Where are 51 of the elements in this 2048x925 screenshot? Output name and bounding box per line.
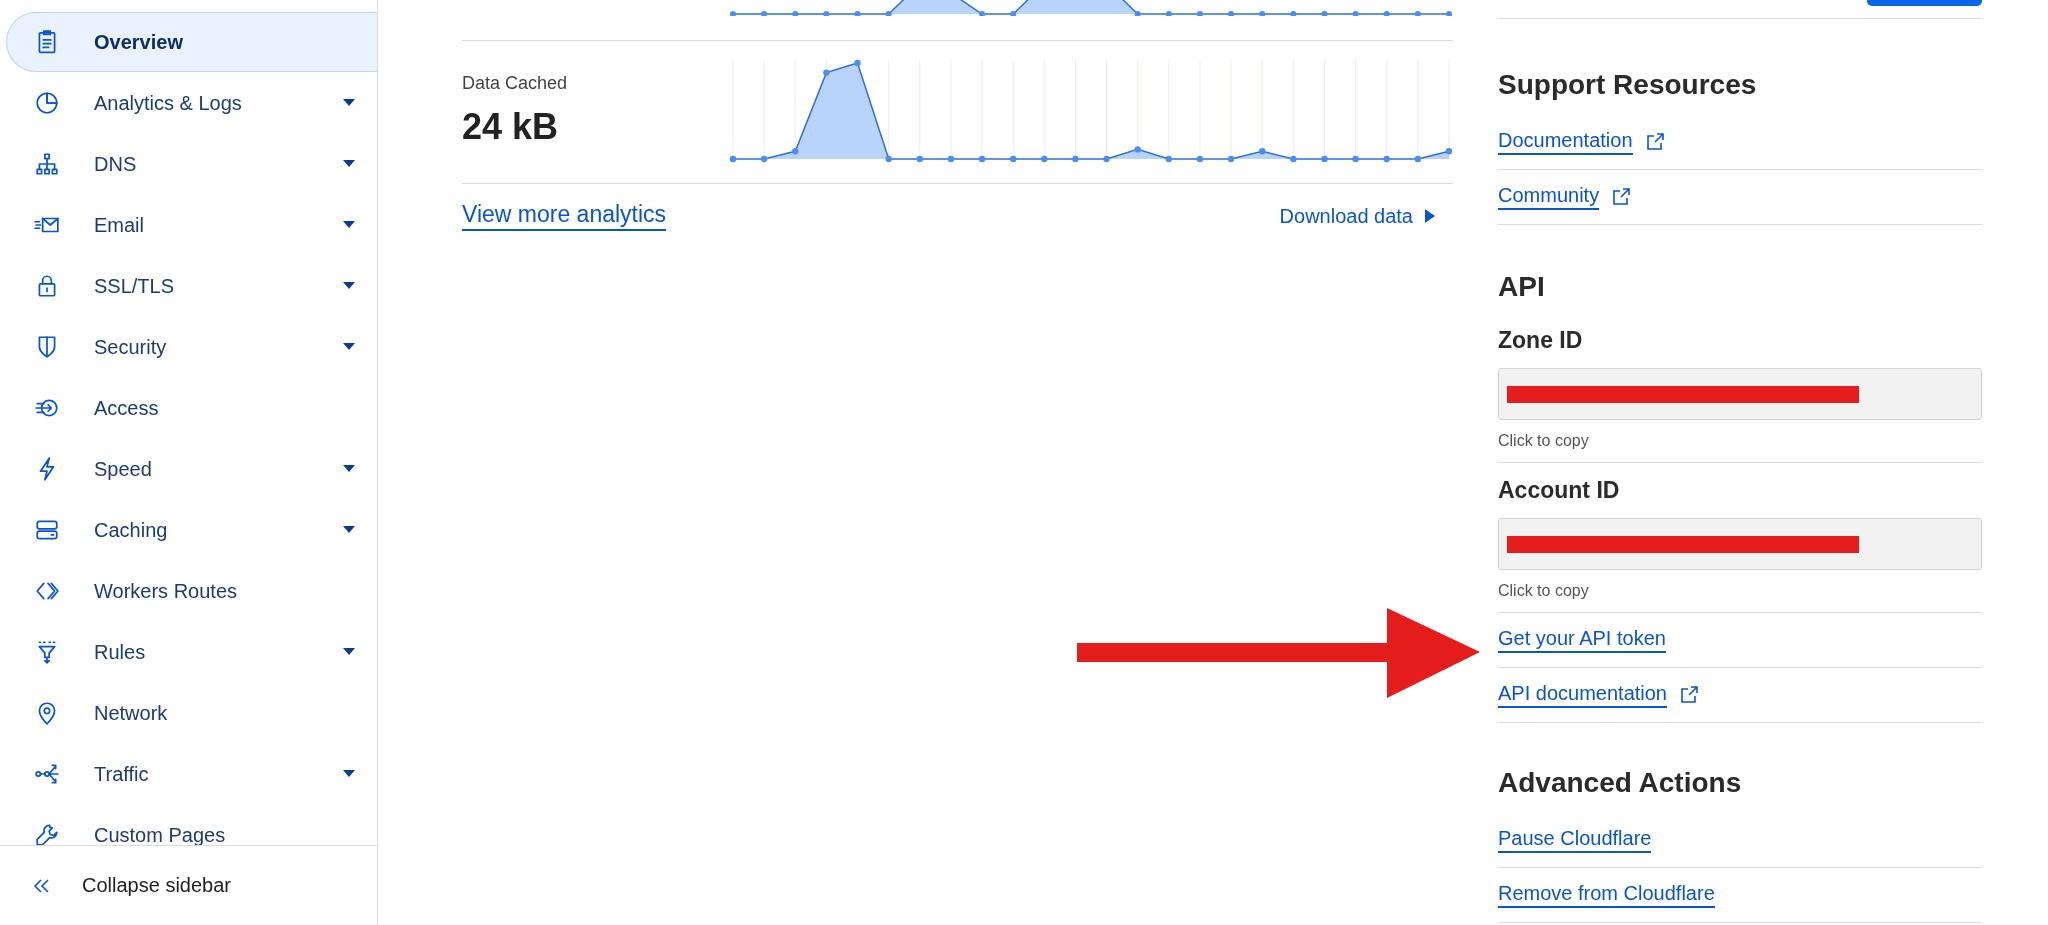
api-link[interactable]: Get your API token [1498,627,1666,653]
sidebar-item[interactable]: Speed [6,439,377,499]
drive-icon [34,517,60,543]
action-link[interactable]: Pause Cloudflare [1498,827,1652,853]
documentation-link[interactable]: Documentation [1498,129,1633,155]
caret-icon[interactable] [343,99,355,107]
sidebar-item[interactable]: DNS [6,134,377,194]
sidebar-item[interactable]: Access [6,378,377,438]
sidebar-item[interactable]: Analytics & Logs [6,73,377,133]
sidebar-item[interactable]: Caching [6,500,377,560]
sidebar-item[interactable]: Email [6,195,377,255]
sidebar-item[interactable]: Security [6,317,377,377]
download-data-link[interactable]: Download data [1279,204,1435,228]
field-label: Zone ID [1498,327,1584,354]
action-link[interactable]: Remove from Cloudflare [1498,882,1715,908]
id-field[interactable] [1498,368,1982,420]
documentation-link[interactable]: Community [1498,184,1600,210]
caret-icon[interactable] [343,648,355,656]
section-heading: Support Resources [1498,69,1758,101]
sidebar-item[interactable]: Network [6,683,377,743]
external-link-icon [1611,187,1632,207]
caret-icon[interactable] [343,160,355,168]
caret-icon[interactable] [343,221,355,229]
sitemap-icon [34,151,60,177]
sidebar-item[interactable]: Workers Routes [6,561,377,621]
collapse-sidebar-button[interactable]: Collapse sidebar [0,845,377,925]
section-heading: Advanced Actions [1498,767,1743,799]
caret-icon[interactable] [343,465,355,473]
id-field[interactable] [1498,518,1982,570]
caret-icon[interactable] [343,282,355,290]
metric-label: Data Cached [462,73,568,94]
share-icon [34,761,60,787]
sidebar-item[interactable]: Traffic [6,744,377,804]
sidebar-item[interactable]: Overview [6,12,377,72]
field-hint: Click to copy [1498,432,1590,450]
view-more-analytics-link[interactable]: View more analytics [462,201,667,231]
wrench-icon [34,822,60,845]
external-link-icon [1644,132,1665,152]
caret-icon [1425,209,1435,223]
metric-value: 24 kB [462,106,560,148]
field-label: Account ID [1498,477,1621,504]
api-link[interactable]: API documentation [1498,682,1667,708]
sidebar-item[interactable]: Custom Pages [6,805,377,845]
caret-icon[interactable] [343,343,355,351]
section-heading: API [1498,271,1546,303]
sidebar-item[interactable]: Rules [6,622,377,682]
pie-icon [34,90,60,116]
field-hint: Click to copy [1498,582,1590,600]
caret-icon[interactable] [343,526,355,534]
caret-icon[interactable] [343,770,355,778]
sidebar-item[interactable]: SSL/TLS [6,256,377,316]
